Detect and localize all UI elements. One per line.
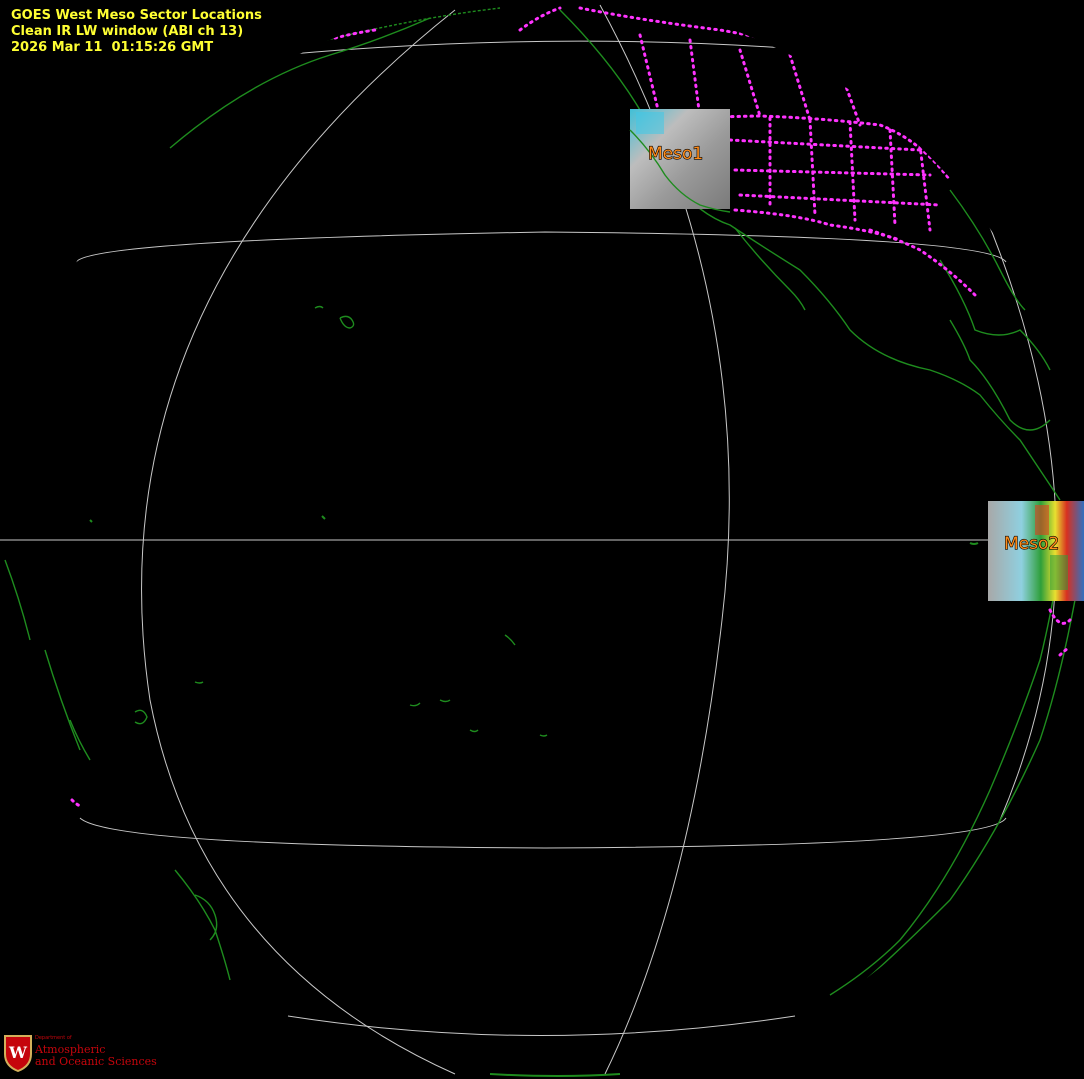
aos-logo: W Department of Atmospheric and Oceanic … <box>2 1032 162 1072</box>
earth-disk: Meso1 Meso2 <box>0 4 1084 1077</box>
coast-hawaii <box>314 305 355 329</box>
meso1-label: Meso1 <box>648 144 703 164</box>
border-mexico-states <box>868 228 977 297</box>
coast-south-pacific-islands <box>134 634 548 737</box>
coastlines <box>4 7 1076 1077</box>
logo-line-2: and Oceanic Sciences <box>35 1055 157 1068</box>
border-canada-provinces <box>578 6 862 127</box>
meso2-storm-overlay <box>1035 505 1049 535</box>
coast-north-america-west <box>559 9 1061 501</box>
latitude-line-north-30 <box>75 231 1007 263</box>
latitude-line-south-30 <box>79 817 1007 849</box>
logo-department-text: Department of <box>35 1035 72 1041</box>
svg-text:W: W <box>8 1043 28 1062</box>
latitude-line-north-60 <box>229 40 871 61</box>
border-west-limb-dots <box>70 798 82 808</box>
title-line-3: 2026 Mar 11 01:15:26 GMT <box>11 40 214 55</box>
border-alaska-canada <box>518 6 562 32</box>
meso1-cloud-overlay <box>636 112 664 134</box>
coast-baja <box>734 227 806 311</box>
longitude-line-west <box>141 9 456 1075</box>
meso2-sector: Meso2 <box>988 501 1084 601</box>
political-borders <box>70 6 1072 808</box>
uw-crest-icon: W <box>4 1035 32 1072</box>
title-line-1: GOES West Meso Sector Locations <box>11 8 262 23</box>
coast-south-america-inner <box>859 599 1076 986</box>
meso2-storm-overlay-2 <box>1050 555 1068 590</box>
meso1-sector: Meso1 <box>629 109 731 213</box>
border-south-america-dots <box>1048 608 1072 657</box>
coast-south-america <box>829 559 1061 996</box>
coast-central-america <box>949 319 1051 431</box>
coast-antarctic-limb <box>489 1073 621 1077</box>
meso2-label: Meso2 <box>1004 534 1059 554</box>
border-alaska-coast-dots <box>333 28 377 40</box>
coast-aleutians <box>229 7 501 71</box>
map-canvas: Meso1 Meso2 <box>0 4 1084 1077</box>
coast-west-limb-islands <box>4 559 231 981</box>
title-line-2: Clean IR LW window (ABI ch 13) <box>11 24 244 39</box>
latitude-line-south-60 <box>287 1015 796 1036</box>
